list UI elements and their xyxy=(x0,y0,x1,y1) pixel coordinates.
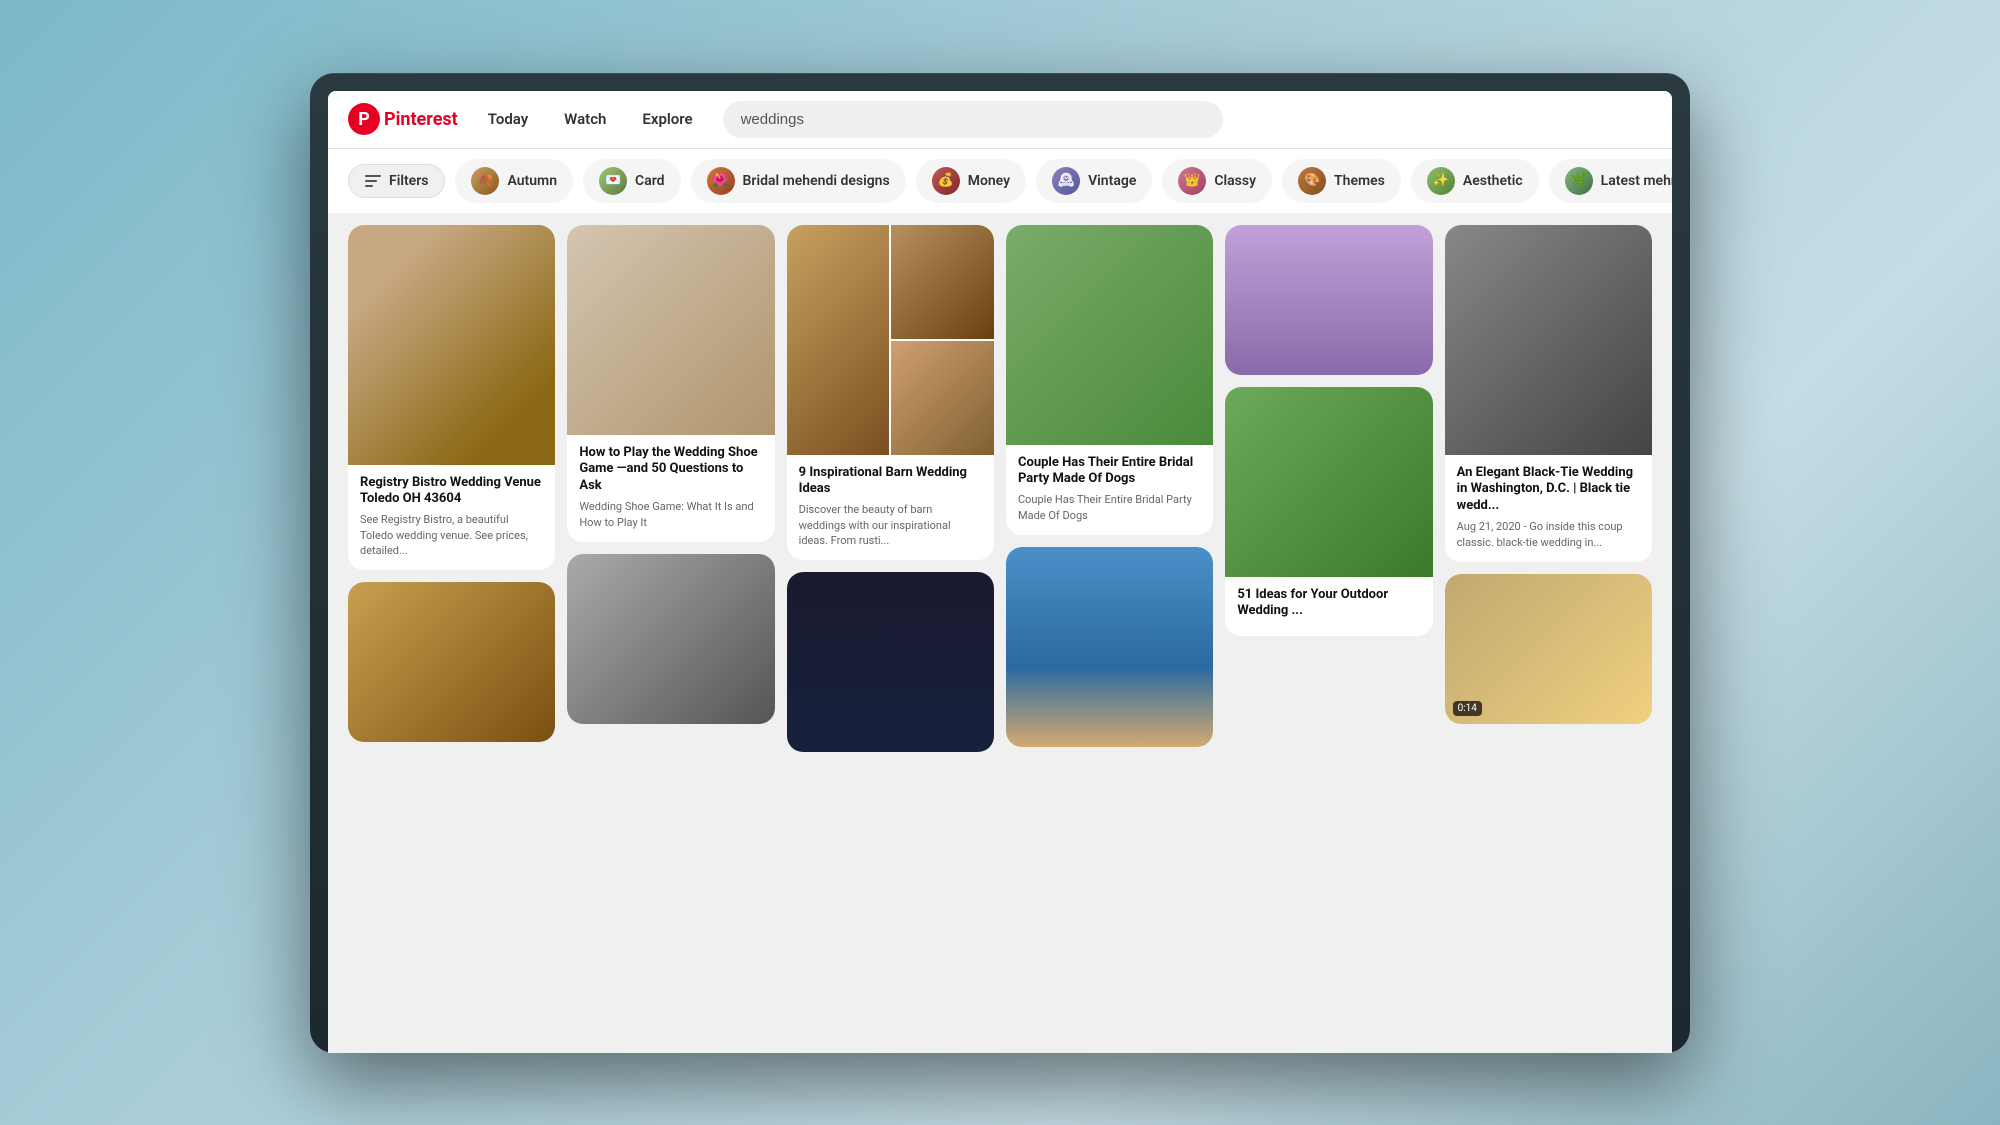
chip-classy[interactable]: 👑 Classy xyxy=(1162,159,1272,203)
pin-dog[interactable]: Couple Has Their Entire Bridal Party Mad… xyxy=(1006,225,1213,536)
barn-img-bottom-right xyxy=(891,341,994,455)
pin-venue-desc: See Registry Bistro, a beautiful Toledo … xyxy=(360,512,543,558)
pin-barn-title: 9 Inspirational Barn Wedding Ideas xyxy=(799,465,982,499)
pin-dance2[interactable]: An Elegant Black-Tie Wedding in Washingt… xyxy=(1445,225,1652,562)
pin-dance2-desc: Aug 21, 2020 - Go inside this coup class… xyxy=(1457,519,1640,550)
barn-img-main xyxy=(787,225,890,455)
chip-card[interactable]: 💌 Card xyxy=(583,159,680,203)
masonry-col-3: Couple Has Their Entire Bridal Party Mad… xyxy=(1006,225,1213,753)
masonry-col-1: How to Play the Wedding Shoe Game —and 5… xyxy=(567,225,774,753)
pin-barn[interactable]: 9 Inspirational Barn Wedding Ideas Disco… xyxy=(787,225,994,561)
filter-label: Filters xyxy=(389,173,428,189)
pin-dog-title: Couple Has Their Entire Bridal Party Mad… xyxy=(1018,455,1201,489)
filter-row: Filters 🍂 Autumn 💌 Card 🌺 Bridal mehendi… xyxy=(328,149,1672,213)
pin-dog-desc: Couple Has Their Entire Bridal Party Mad… xyxy=(1018,492,1201,523)
barn-img-top-right xyxy=(891,225,994,339)
filter-icon xyxy=(365,175,381,187)
nav-today[interactable]: Today xyxy=(474,102,542,136)
chip-card-label: Card xyxy=(635,173,664,189)
nav-links: Today Watch Explore xyxy=(474,102,707,136)
chip-autumn[interactable]: 🍂 Autumn xyxy=(455,159,573,203)
chip-money-label: Money xyxy=(968,173,1010,189)
pin-dog-body: Couple Has Their Entire Bridal Party Mad… xyxy=(1006,445,1213,536)
pin-party-image: 0:14 xyxy=(1445,574,1652,724)
pin-shoe-game-body: How to Play the Wedding Shoe Game —and 5… xyxy=(567,435,774,542)
masonry-grid: Registry Bistro Wedding Venue Toledo OH … xyxy=(348,225,1652,753)
nav-watch[interactable]: Watch xyxy=(550,102,620,136)
app-title: Pinterest xyxy=(384,109,458,130)
pin-barn-collage xyxy=(787,225,994,455)
pin-venue-image xyxy=(348,225,555,465)
chip-latest-avatar: 🌿 xyxy=(1565,167,1593,195)
pin-dance2-title: An Elegant Black-Tie Wedding in Washingt… xyxy=(1457,465,1640,516)
chip-autumn-avatar: 🍂 xyxy=(471,167,499,195)
chip-bridal-mehendi[interactable]: 🌺 Bridal mehendi designs xyxy=(691,159,906,203)
nav-explore[interactable]: Explore xyxy=(628,102,706,136)
pin-shoe-game-image xyxy=(567,225,774,435)
pin-lanterns-image xyxy=(787,572,994,752)
chip-themes-label: Themes xyxy=(1334,173,1385,189)
chip-bridal-avatar: 🌺 xyxy=(707,167,735,195)
pin-shoe-game[interactable]: How to Play the Wedding Shoe Game —and 5… xyxy=(567,225,774,542)
logo-letter: P xyxy=(358,109,370,130)
chip-autumn-label: Autumn xyxy=(507,173,557,189)
chip-vintage[interactable]: 🕰 Vintage xyxy=(1036,159,1152,203)
pin-venue-title: Registry Bistro Wedding Venue Toledo OH … xyxy=(360,475,543,509)
pin-lanterns[interactable] xyxy=(787,572,994,752)
chip-latest-label: Latest mehndi designs xyxy=(1601,173,1672,189)
chip-vintage-label: Vintage xyxy=(1088,173,1136,189)
chip-money-avatar: 💰 xyxy=(932,167,960,195)
pinterest-logo-icon: P xyxy=(348,103,380,135)
pin-sparkler-image xyxy=(1225,387,1432,577)
pin-bouquet-image xyxy=(1225,225,1432,375)
pin-venue2[interactable] xyxy=(348,582,555,742)
chip-bridal-label: Bridal mehendi designs xyxy=(743,173,890,189)
chip-aesthetic-label: Aesthetic xyxy=(1463,173,1523,189)
pin-shoe-game-desc: Wedding Shoe Game: What It Is and How to… xyxy=(579,499,762,530)
search-input[interactable] xyxy=(723,101,1223,138)
chip-classy-label: Classy xyxy=(1214,173,1256,189)
pin-barn-body: 9 Inspirational Barn Wedding Ideas Disco… xyxy=(787,455,994,561)
pin-dance2-body: An Elegant Black-Tie Wedding in Washingt… xyxy=(1445,455,1652,562)
pin-hands[interactable] xyxy=(567,554,774,724)
chip-vintage-avatar: 🕰 xyxy=(1052,167,1080,195)
pin-bouquet[interactable] xyxy=(1225,225,1432,375)
pin-party-video-badge: 0:14 xyxy=(1453,701,1482,716)
filters-button[interactable]: Filters xyxy=(348,164,445,198)
chip-latest-mehndi[interactable]: 🌿 Latest mehndi designs xyxy=(1549,159,1672,203)
chip-themes-avatar: 🎨 xyxy=(1298,167,1326,195)
chip-themes[interactable]: 🎨 Themes xyxy=(1282,159,1401,203)
pin-barn-desc: Discover the beauty of barn weddings wit… xyxy=(799,502,982,548)
chip-classy-avatar: 👑 xyxy=(1178,167,1206,195)
pin-sparkler[interactable]: 51 Ideas for Your Outdoor Wedding ... xyxy=(1225,387,1432,637)
chip-money[interactable]: 💰 Money xyxy=(916,159,1026,203)
masonry-col-5: An Elegant Black-Tie Wedding in Washingt… xyxy=(1445,225,1652,753)
pinterest-app: P Pinterest Today Watch Explore xyxy=(328,91,1672,1053)
chip-card-avatar: 💌 xyxy=(599,167,627,195)
pin-party[interactable]: 0:14 xyxy=(1445,574,1652,724)
logo-area[interactable]: P Pinterest xyxy=(348,103,458,135)
pin-venue[interactable]: Registry Bistro Wedding Venue Toledo OH … xyxy=(348,225,555,571)
header: P Pinterest Today Watch Explore xyxy=(328,91,1672,149)
pin-beach-image xyxy=(1006,547,1213,747)
masonry-col-0: Registry Bistro Wedding Venue Toledo OH … xyxy=(348,225,555,753)
pin-dance2-image xyxy=(1445,225,1652,455)
pin-hands-image xyxy=(567,554,774,724)
pin-shoe-game-title: How to Play the Wedding Shoe Game —and 5… xyxy=(579,445,762,496)
pin-venue-body: Registry Bistro Wedding Venue Toledo OH … xyxy=(348,465,555,571)
chip-aesthetic[interactable]: ✨ Aesthetic xyxy=(1411,159,1539,203)
main-content: Registry Bistro Wedding Venue Toledo OH … xyxy=(328,213,1672,1053)
pin-venue2-image xyxy=(348,582,555,742)
chip-aesthetic-avatar: ✨ xyxy=(1427,167,1455,195)
masonry-col-4: 51 Ideas for Your Outdoor Wedding ... xyxy=(1225,225,1432,753)
laptop-frame: P Pinterest Today Watch Explore xyxy=(310,73,1690,1053)
pin-sparkler-body: 51 Ideas for Your Outdoor Wedding ... xyxy=(1225,577,1432,637)
pin-sparkler-title: 51 Ideas for Your Outdoor Wedding ... xyxy=(1237,587,1420,621)
pin-beach[interactable] xyxy=(1006,547,1213,747)
pin-dog-image xyxy=(1006,225,1213,445)
screen: P Pinterest Today Watch Explore xyxy=(328,91,1672,1053)
masonry-col-2: 9 Inspirational Barn Wedding Ideas Disco… xyxy=(787,225,994,753)
